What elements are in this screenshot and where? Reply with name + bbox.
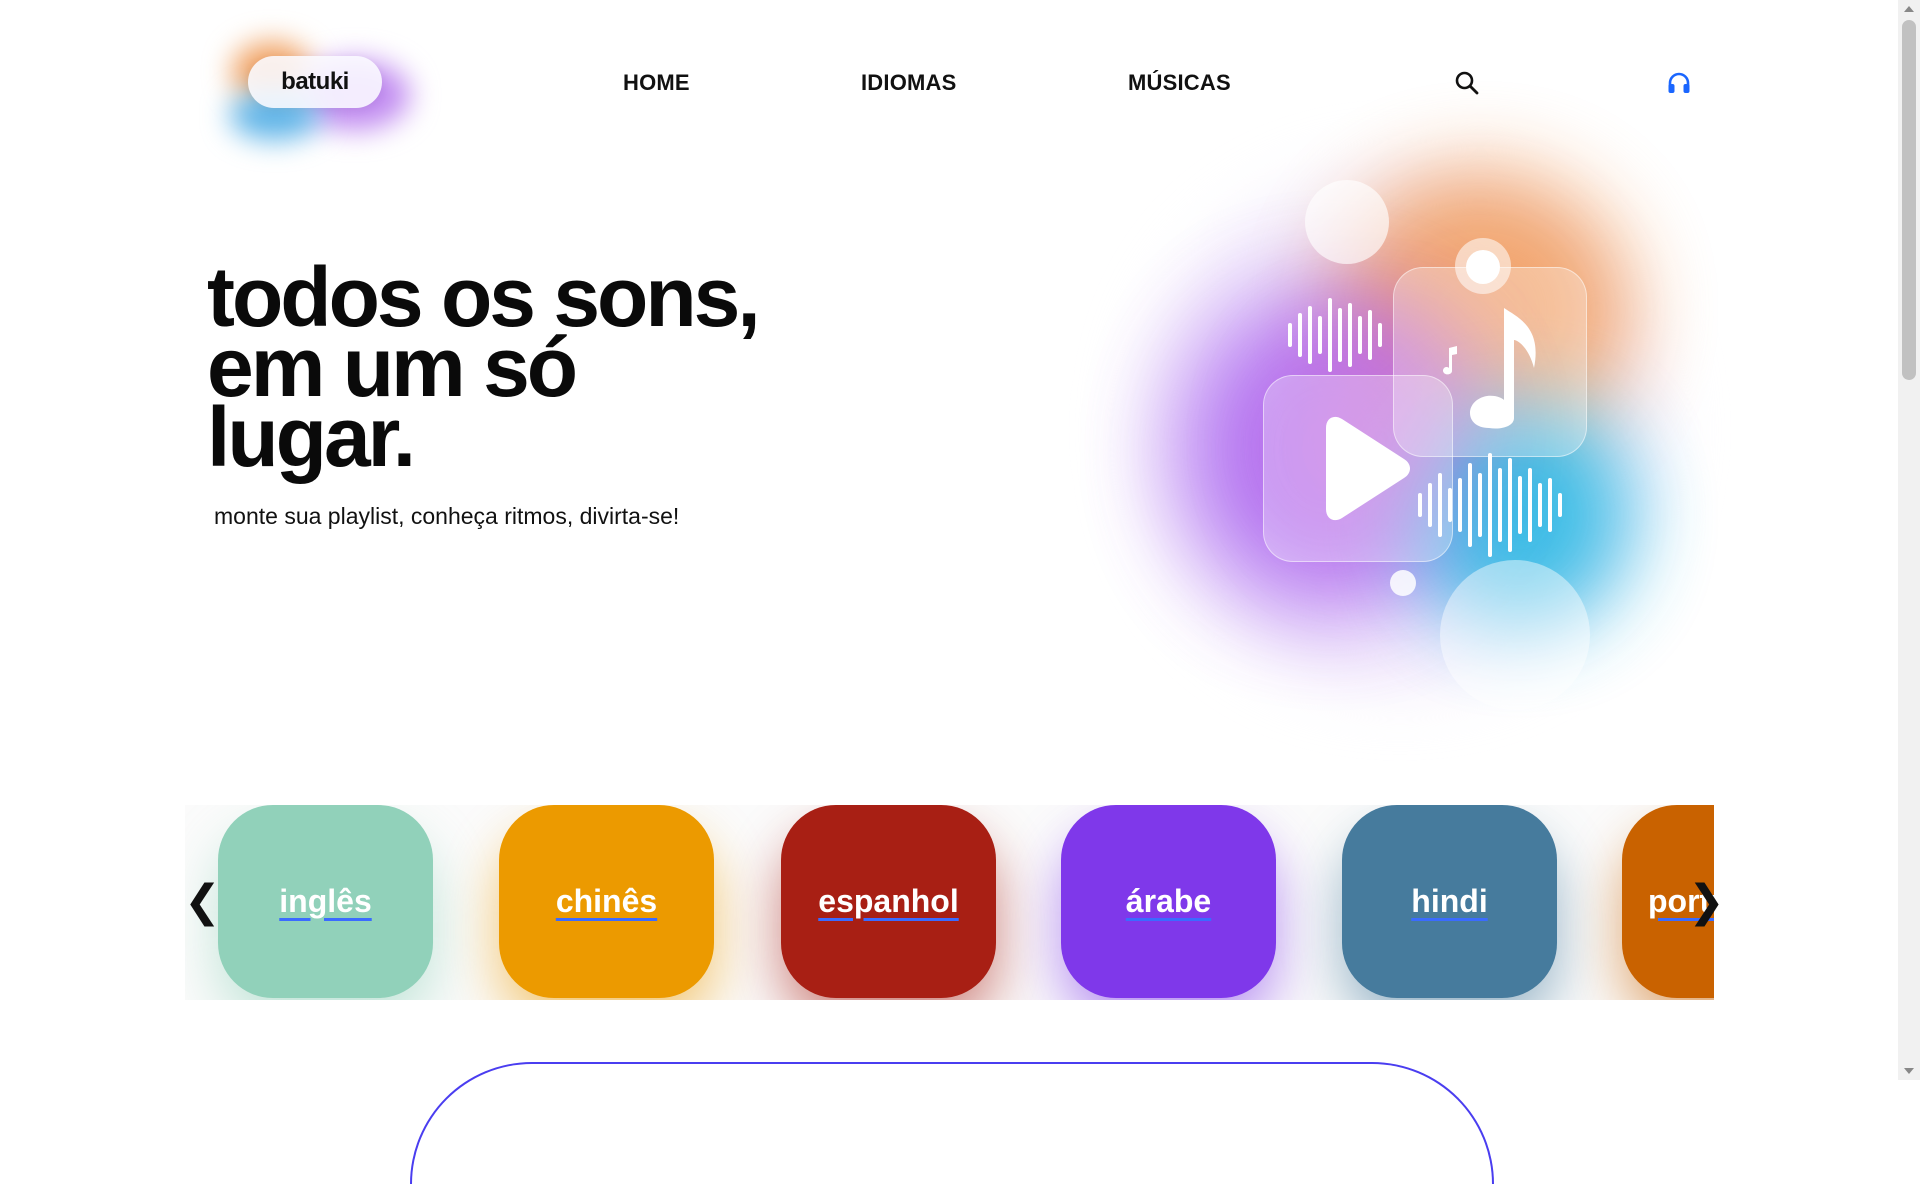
nav-idiomas[interactable]: IDIOMAS [861, 70, 957, 96]
scroll-thumb[interactable] [1902, 20, 1916, 380]
language-label: chinês [555, 883, 658, 919]
language-carousel: inglês chinês espanhol árabe hindi portu… [185, 805, 1714, 1000]
search-button[interactable] [1451, 67, 1483, 99]
language-card-espanhol[interactable]: espanhol [781, 805, 996, 998]
hero-subtitle: monte sua playlist, conheça ritmos, divi… [214, 503, 680, 529]
logo-text: batuki [281, 68, 349, 95]
dot-white [1466, 250, 1500, 284]
search-icon [1455, 71, 1479, 95]
carousel-prev-button[interactable]: ❮ [184, 880, 221, 924]
language-label: espanhol [818, 883, 959, 919]
headphones-icon [1668, 72, 1690, 93]
language-label: hindi [1411, 883, 1488, 919]
logo[interactable]: batuki [210, 32, 420, 142]
bubble [1390, 570, 1416, 596]
logo-pill: batuki [248, 56, 382, 108]
hero-title: todos os sons, em um só lugar. [207, 255, 907, 479]
language-label: inglês [279, 883, 372, 919]
scrollbar[interactable] [1898, 0, 1920, 1080]
language-card-hindi[interactable]: hindi [1342, 805, 1557, 998]
bubble [1305, 180, 1389, 264]
chevron-right-icon: ❯ [1688, 877, 1725, 926]
language-card-arabe[interactable]: árabe [1061, 805, 1276, 998]
nav-home[interactable]: HOME [623, 70, 690, 96]
scroll-down-arrow-icon[interactable] [1904, 1068, 1914, 1074]
chevron-left-icon: ❮ [184, 877, 221, 926]
language-card-ingles[interactable]: inglês [218, 805, 433, 998]
next-section-frame [410, 1062, 1494, 1184]
carousel-next-button[interactable]: ❯ [1688, 880, 1725, 924]
language-label: árabe [1125, 883, 1212, 919]
language-card-chines[interactable]: chinês [499, 805, 714, 998]
scroll-up-arrow-icon[interactable] [1904, 6, 1914, 12]
sound-wave-icon [1418, 453, 1562, 557]
bubble [1440, 560, 1590, 710]
nav-musicas[interactable]: MÚSICAS [1128, 70, 1231, 96]
headphones-button[interactable] [1663, 67, 1695, 99]
sound-wave-icon [1288, 298, 1382, 372]
hero-illustration [1110, 140, 1710, 720]
